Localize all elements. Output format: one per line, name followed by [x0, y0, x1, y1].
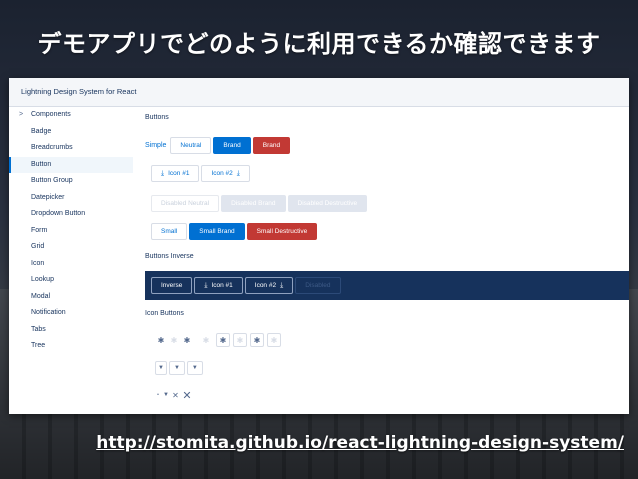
sidebar-item-icon[interactable]: Icon: [9, 256, 133, 273]
app-window: Lightning Design System for React > Comp…: [9, 78, 629, 414]
sidebar-item-label: Lookup: [31, 276, 54, 283]
sidebar-item-datepicker[interactable]: Datepicker: [9, 190, 133, 207]
sidebar-item-form[interactable]: Form: [9, 223, 133, 240]
buttons-row-disabled: Disabled Neutral Disabled Brand Disabled…: [151, 195, 369, 212]
chevron-down-icon[interactable]: ▼: [168, 361, 185, 375]
buttons-row-icons: ⤓ Icon #1 Icon #2 ⤓: [151, 165, 252, 182]
brand-button[interactable]: Brand: [213, 137, 251, 154]
button-label: Icon #2: [211, 170, 233, 177]
close-icon[interactable]: ✕: [181, 388, 193, 402]
download-icon: ⤓: [161, 169, 165, 177]
small-destructive-button[interactable]: Small Destructive: [246, 223, 318, 240]
icon-2-button[interactable]: Icon #2 ⤓: [201, 165, 250, 182]
buttons-row-small: Small Small Brand Small Destructive: [151, 223, 319, 240]
main-content: Buttons Simple Neutral Brand Brand ⤓ Ico…: [145, 107, 629, 414]
sidebar-item-label: Datepicker: [31, 193, 65, 201]
simple-button[interactable]: Simple: [145, 142, 166, 149]
button-label: Icon #2: [254, 282, 277, 289]
section-title-buttons-inverse: Buttons Inverse: [145, 253, 194, 260]
sidebar-item-label: Tree: [31, 342, 46, 349]
sidebar-item-tabs[interactable]: Tabs: [9, 322, 133, 339]
button-label: Icon #1: [211, 282, 233, 289]
sidebar-item-label: Tabs: [31, 325, 46, 333]
disabled-destructive-button[interactable]: Disabled Destructive: [287, 195, 368, 212]
download-icon: ⤓: [204, 281, 208, 289]
chevron-down-icon[interactable]: ▼: [162, 388, 170, 402]
close-icon[interactable]: ✕: [171, 388, 180, 402]
buttons-row-simple: Simple Neutral Brand Brand: [145, 137, 292, 154]
settings-icon-button[interactable]: ✱: [216, 333, 230, 347]
sidebar-item-label: Components: [31, 111, 71, 118]
sidebar-item-breadcrumbs[interactable]: Breadcrumbs: [9, 140, 133, 157]
dot-icon[interactable]: •: [155, 388, 161, 402]
sidebar-item-tree[interactable]: Tree: [9, 338, 133, 355]
inverse-panel: Inverse ⤓ Icon #1 Icon #2 ⤓ Disabled: [145, 271, 629, 300]
sidebar-item-label: Modal: [31, 292, 51, 300]
sidebar-item-lookup[interactable]: Lookup: [9, 272, 133, 289]
sidebar: > Components Badge Breadcrumbs Button Bu…: [9, 107, 133, 414]
sidebar-item-components[interactable]: > Components: [9, 107, 133, 124]
slide-headline: デモアプリでどのように利用できるか確認できます: [37, 30, 601, 58]
destructive-button[interactable]: Brand: [252, 137, 291, 154]
icon-buttons-row-settings: ✱ ✱ ✱ ✱ ✱ ✱ ✱ ✱: [155, 333, 284, 347]
settings-icon[interactable]: ✱: [200, 333, 212, 347]
app-title: Lightning Design System for React: [9, 78, 629, 107]
chevron-right-icon: >: [19, 111, 24, 118]
sidebar-item-label: Button Group: [31, 177, 73, 184]
settings-icon-button[interactable]: ✱: [233, 333, 247, 347]
sidebar-item-label: Grid: [31, 243, 45, 250]
section-title-buttons: Buttons: [145, 114, 169, 121]
sidebar-item-label: Dropdown Button: [31, 210, 86, 217]
sidebar-item-grid[interactable]: Grid: [9, 239, 133, 256]
sidebar-item-modal[interactable]: Modal: [9, 289, 133, 306]
button-label: Icon #1: [168, 170, 190, 177]
sidebar-item-label: Badge: [31, 127, 52, 135]
sidebar-item-button-group[interactable]: Button Group: [9, 173, 133, 190]
inverse-icon-2-button[interactable]: Icon #2 ⤓: [244, 277, 294, 294]
icon-buttons-row-dropdown: ▼ ▼ ▼: [155, 361, 205, 375]
sidebar-item-label: Notification: [31, 309, 66, 316]
inverse-disabled-button[interactable]: Disabled: [295, 277, 341, 294]
demo-url[interactable]: http://stomita.github.io/react-lightning…: [96, 433, 624, 453]
download-icon: ⤓: [280, 281, 284, 289]
small-button[interactable]: Small: [151, 223, 188, 240]
section-title-icon-buttons: Icon Buttons: [145, 310, 184, 317]
settings-icon-button[interactable]: ✱: [267, 333, 281, 347]
icon-1-button[interactable]: ⤓ Icon #1: [151, 165, 200, 182]
sidebar-item-label: Icon: [31, 259, 45, 267]
settings-icon[interactable]: ✱: [155, 333, 167, 347]
inverse-button[interactable]: Inverse: [151, 277, 193, 294]
settings-icon-button[interactable]: ✱: [250, 333, 264, 347]
icon-buttons-row-small: • ▼ ✕ ✕: [155, 388, 194, 402]
chevron-down-icon[interactable]: ▼: [186, 361, 203, 375]
settings-icon[interactable]: ✱: [168, 333, 180, 347]
small-brand-button[interactable]: Small Brand: [189, 223, 245, 240]
neutral-button[interactable]: Neutral: [170, 137, 212, 154]
buttons-row-inverse: Inverse ⤓ Icon #1 Icon #2 ⤓ Disabled: [151, 277, 343, 294]
sidebar-item-button[interactable]: Button: [9, 156, 133, 173]
sidebar-item-notification[interactable]: Notification: [9, 305, 133, 322]
sidebar-item-dropdown-button[interactable]: Dropdown Button: [9, 206, 133, 223]
sidebar-item-label: Breadcrumbs: [31, 144, 73, 151]
disabled-neutral-button[interactable]: Disabled Neutral: [151, 195, 220, 212]
sidebar-item-label: Button: [31, 160, 52, 168]
sidebar-item-badge[interactable]: Badge: [9, 124, 133, 141]
inverse-icon-1-button[interactable]: ⤓ Icon #1: [194, 277, 243, 294]
settings-icon[interactable]: ✱: [181, 333, 193, 347]
sidebar-item-label: Form: [31, 226, 48, 234]
chevron-down-icon[interactable]: ▼: [155, 361, 167, 375]
download-icon: ⤓: [236, 169, 240, 177]
disabled-brand-button[interactable]: Disabled Brand: [221, 195, 286, 212]
